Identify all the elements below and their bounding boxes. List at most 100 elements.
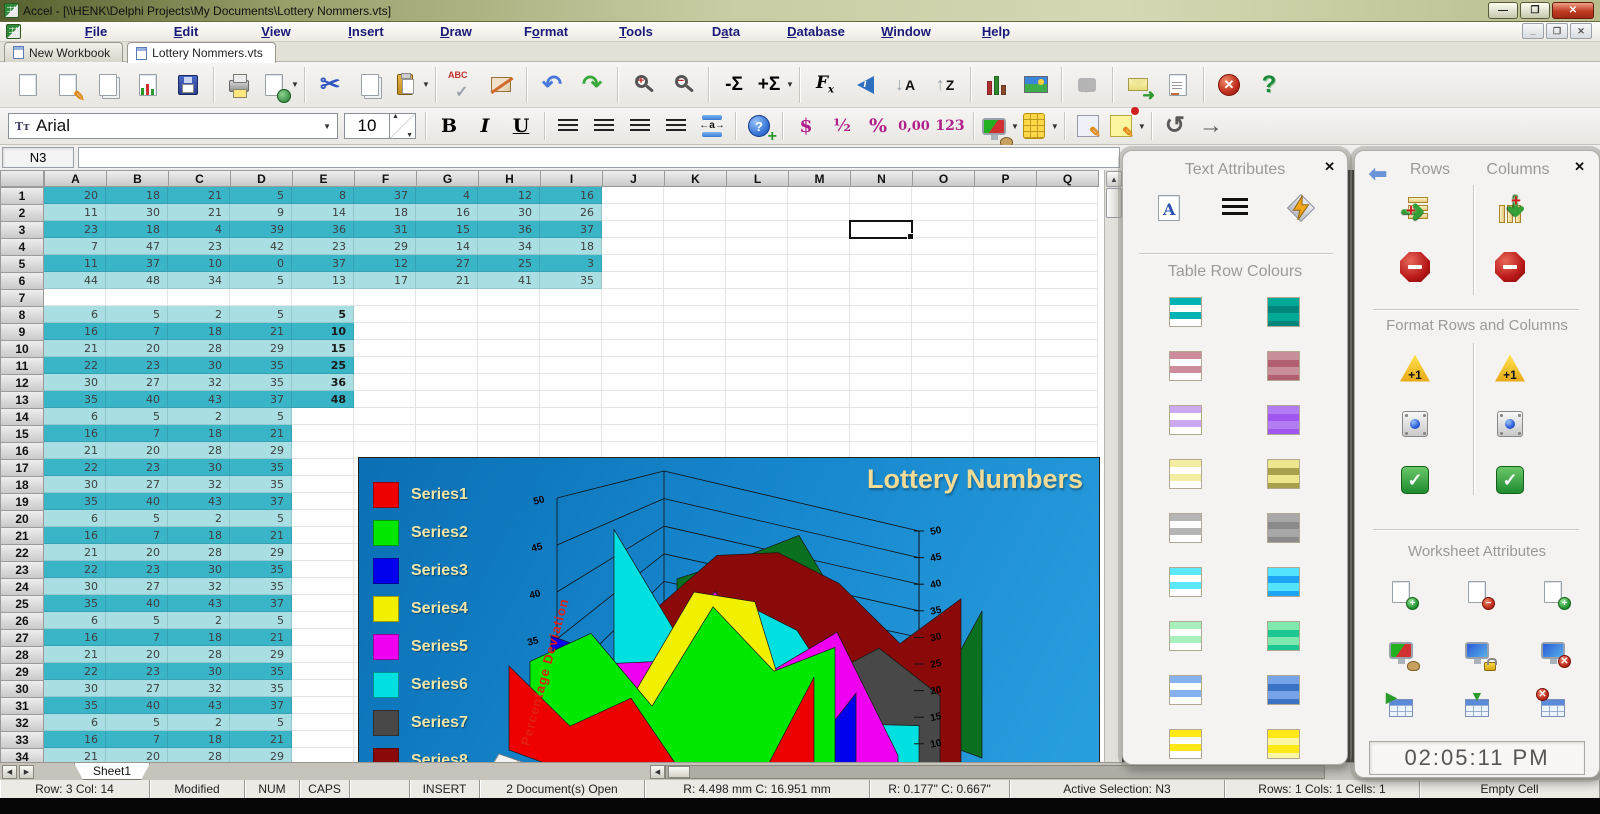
- cell-B13[interactable]: 40: [106, 391, 168, 408]
- back-arrow-icon[interactable]: ⬅: [1363, 159, 1393, 189]
- row-colour-cyan-striped[interactable]: [1169, 567, 1202, 597]
- cell-H3[interactable]: 36: [478, 221, 540, 238]
- vertical-scroll-thumb[interactable]: [1106, 188, 1122, 218]
- align-center-button[interactable]: [586, 110, 622, 142]
- cell-D21[interactable]: 21: [230, 527, 292, 544]
- cell-G15[interactable]: [416, 425, 478, 442]
- cell-B4[interactable]: 47: [106, 238, 168, 255]
- cell-O1[interactable]: [912, 187, 974, 204]
- cell-E27[interactable]: [292, 629, 354, 646]
- quick-format-flash-button[interactable]: [1279, 187, 1323, 229]
- row-colour-yellow-solid[interactable]: [1267, 729, 1300, 759]
- cell-K9[interactable]: [664, 323, 726, 340]
- cell-J9[interactable]: [602, 323, 664, 340]
- cell-B23[interactable]: 23: [106, 561, 168, 578]
- cell-F11[interactable]: [354, 357, 416, 374]
- cell-F15[interactable]: [354, 425, 416, 442]
- cell-C29[interactable]: 30: [168, 663, 230, 680]
- row-add-one-button[interactable]: +1: [1393, 347, 1437, 389]
- row-header-13[interactable]: 13: [0, 391, 44, 409]
- cell-O9[interactable]: [912, 323, 974, 340]
- format-number-button[interactable]: 123: [932, 110, 968, 142]
- format-decimal-button[interactable]: 0,00: [896, 110, 932, 142]
- menu-view[interactable]: View: [231, 24, 321, 39]
- cell-O15[interactable]: [912, 425, 974, 442]
- cell-E34[interactable]: [292, 748, 354, 762]
- cell-D26[interactable]: 5: [230, 612, 292, 629]
- column-header-A[interactable]: A: [44, 170, 107, 187]
- format-currency-button[interactable]: $: [788, 110, 824, 142]
- cell-E10[interactable]: 15: [292, 340, 354, 357]
- cell-D17[interactable]: 35: [230, 459, 292, 476]
- cell-J2[interactable]: [602, 204, 664, 221]
- cell-M4[interactable]: [788, 238, 850, 255]
- cell-E15[interactable]: [292, 425, 354, 442]
- column-header-L[interactable]: L: [726, 170, 789, 187]
- cell-K1[interactable]: [664, 187, 726, 204]
- cell-L9[interactable]: [726, 323, 788, 340]
- cell-B22[interactable]: 20: [106, 544, 168, 561]
- cell-B20[interactable]: 5: [106, 510, 168, 527]
- cell-P12[interactable]: [974, 374, 1036, 391]
- cell-A34[interactable]: 21: [44, 748, 106, 762]
- scroll-left-button[interactable]: ◀: [650, 765, 665, 779]
- row-header-28[interactable]: 28: [0, 646, 44, 664]
- cell-O6[interactable]: [912, 272, 974, 289]
- cell-P14[interactable]: [974, 408, 1036, 425]
- align-left-button[interactable]: [550, 110, 586, 142]
- vertical-scrollbar[interactable]: ▲: [1104, 170, 1122, 762]
- cell-E17[interactable]: [292, 459, 354, 476]
- cell-J11[interactable]: [602, 357, 664, 374]
- formula-input[interactable]: [78, 147, 1120, 168]
- column-header-N[interactable]: N: [850, 170, 913, 187]
- dropdown-arrow-icon[interactable]: ▼: [1051, 122, 1059, 131]
- cell-Q14[interactable]: [1036, 408, 1098, 425]
- cell-H1[interactable]: 12: [478, 187, 540, 204]
- cell-D18[interactable]: 35: [230, 476, 292, 493]
- cell-Q3[interactable]: [1036, 221, 1098, 238]
- cell-C15[interactable]: 18: [168, 425, 230, 442]
- cell-J5[interactable]: [602, 255, 664, 272]
- cell-D31[interactable]: 37: [230, 697, 292, 714]
- cell-C5[interactable]: 10: [168, 255, 230, 272]
- cell-A15[interactable]: 16: [44, 425, 106, 442]
- row-header-4[interactable]: 4: [0, 238, 44, 256]
- cell-B2[interactable]: 30: [106, 204, 168, 221]
- cell-G12[interactable]: [416, 374, 478, 391]
- cell-M10[interactable]: [788, 340, 850, 357]
- delete-worksheet-button[interactable]: −: [1455, 571, 1499, 613]
- auto-sum-plus-button[interactable]: +Σ▼: [754, 65, 794, 105]
- cell-D10[interactable]: 29: [230, 340, 292, 357]
- insert-picture-button[interactable]: [1016, 65, 1056, 105]
- row-header-23[interactable]: 23: [0, 561, 44, 579]
- cell-E4[interactable]: 23: [292, 238, 354, 255]
- cell-L12[interactable]: [726, 374, 788, 391]
- cell-I15[interactable]: [540, 425, 602, 442]
- cell-N6[interactable]: [850, 272, 912, 289]
- cell-M2[interactable]: [788, 204, 850, 221]
- row-header-12[interactable]: 12: [0, 374, 44, 392]
- row-header-19[interactable]: 19: [0, 493, 44, 511]
- close-document-button[interactable]: ✕: [1209, 65, 1249, 105]
- row-header-9[interactable]: 9: [0, 323, 44, 341]
- cell-K7[interactable]: [664, 289, 726, 306]
- cell-K12[interactable]: [664, 374, 726, 391]
- cell-J15[interactable]: [602, 425, 664, 442]
- cell-P1[interactable]: [974, 187, 1036, 204]
- cell-D30[interactable]: 35: [230, 680, 292, 697]
- cell-C17[interactable]: 30: [168, 459, 230, 476]
- cell-G4[interactable]: 14: [416, 238, 478, 255]
- paste-button[interactable]: ▼: [390, 65, 430, 105]
- cell-B33[interactable]: 7: [106, 731, 168, 748]
- cell-E5[interactable]: 37: [292, 255, 354, 272]
- row-header-7[interactable]: 7: [0, 289, 44, 307]
- cell-E31[interactable]: [292, 697, 354, 714]
- cell-Q10[interactable]: [1036, 340, 1098, 357]
- row-header-18[interactable]: 18: [0, 476, 44, 494]
- row-header-17[interactable]: 17: [0, 459, 44, 477]
- cell-B11[interactable]: 23: [106, 357, 168, 374]
- cell-D27[interactable]: 21: [230, 629, 292, 646]
- cell-I12[interactable]: [540, 374, 602, 391]
- go-next-button[interactable]: →: [1193, 110, 1229, 142]
- menu-help[interactable]: Help: [951, 24, 1041, 39]
